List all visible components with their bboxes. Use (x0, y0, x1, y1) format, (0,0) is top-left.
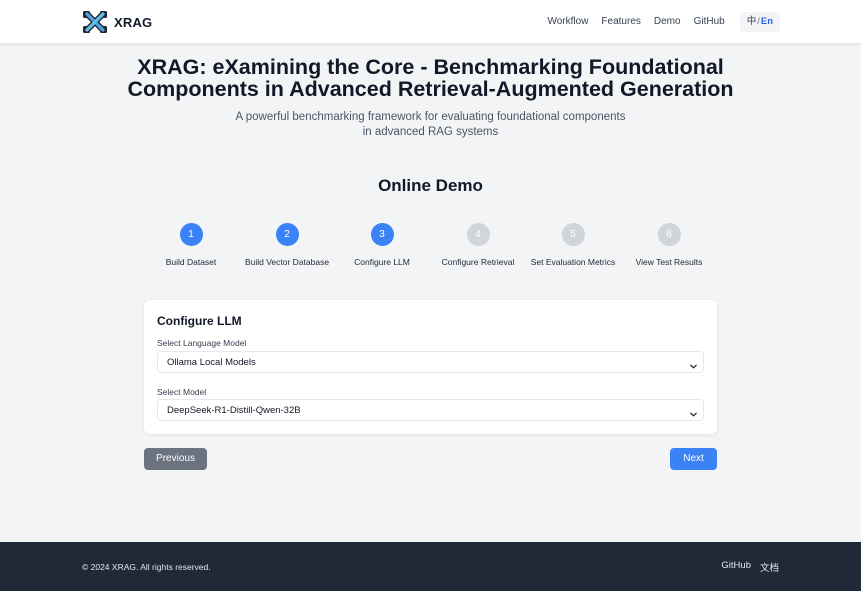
footer: © 2024 XRAG. All rights reserved. GitHub… (0, 542, 861, 591)
footer-link-github[interactable]: GitHub (721, 560, 751, 574)
lang-separator: / (757, 16, 760, 27)
step-number: 2 (275, 223, 299, 246)
progress-stepper: 1 Build Dataset 2 Build Vector Database … (144, 223, 717, 273)
language-model-select[interactable]: Ollama Local Models (157, 351, 704, 373)
previous-button[interactable]: Previous (144, 448, 207, 470)
demo-section-title: Online Demo (378, 176, 483, 195)
top-nav: Workflow Features Demo GitHub 中/En (547, 12, 780, 32)
step-number: 3 (370, 223, 394, 246)
step-number: 1 (179, 223, 203, 246)
brand-name: XRAG (114, 14, 153, 30)
step-view-test-results[interactable]: 6 View Test Results (609, 223, 729, 267)
hero-title-line-2: Components in Advanced Retrieval-Augment… (127, 77, 734, 101)
chevron-down-icon (689, 406, 698, 424)
xrag-logo-icon (82, 10, 108, 34)
nav-link-github[interactable]: GitHub (694, 12, 725, 32)
nav-link-workflow[interactable]: Workflow (547, 12, 588, 32)
lang-option-zh[interactable]: 中 (747, 16, 757, 27)
nav-link-demo[interactable]: Demo (654, 12, 681, 32)
navbar: XRAG Workflow Features Demo GitHub 中/En (0, 0, 861, 44)
hero-title-line-1: XRAG: eXamining the Core - Benchmarking … (137, 55, 724, 79)
step-number: 4 (466, 223, 490, 246)
nav-link-features[interactable]: Features (601, 12, 640, 32)
step-number: 5 (561, 223, 585, 246)
chevron-down-icon (689, 358, 698, 376)
copyright-text: © 2024 XRAG. All rights reserved. (82, 562, 211, 572)
step-label: View Test Results (635, 257, 703, 267)
lang-option-en[interactable]: En (761, 16, 773, 27)
hero-subtitle-line-2: in advanced RAG systems (362, 126, 499, 138)
brand[interactable]: XRAG (82, 10, 152, 34)
language-model-value: Ollama Local Models (167, 357, 256, 368)
footer-links: GitHub 文档 (721, 560, 779, 574)
model-value: DeepSeek-R1-Distill-Qwen-32B (167, 405, 301, 416)
language-model-label: Select Language Model (157, 338, 247, 348)
hero-subtitle-line-1: A powerful benchmarking framework for ev… (235, 111, 626, 123)
model-select[interactable]: DeepSeek-R1-Distill-Qwen-32B (157, 399, 704, 421)
hero-title: XRAG: eXamining the Core - Benchmarking … (0, 56, 861, 100)
next-button[interactable]: Next (670, 448, 717, 470)
step-number: 6 (657, 223, 681, 246)
hero-subtitle: A powerful benchmarking framework for ev… (0, 110, 861, 140)
language-toggle[interactable]: 中/En (739, 12, 780, 32)
card-title: Configure LLM (157, 314, 242, 328)
configure-llm-card: Configure LLM Select Language Model Olla… (144, 300, 717, 434)
model-label: Select Model (157, 387, 207, 397)
footer-link-docs[interactable]: 文档 (760, 560, 779, 574)
